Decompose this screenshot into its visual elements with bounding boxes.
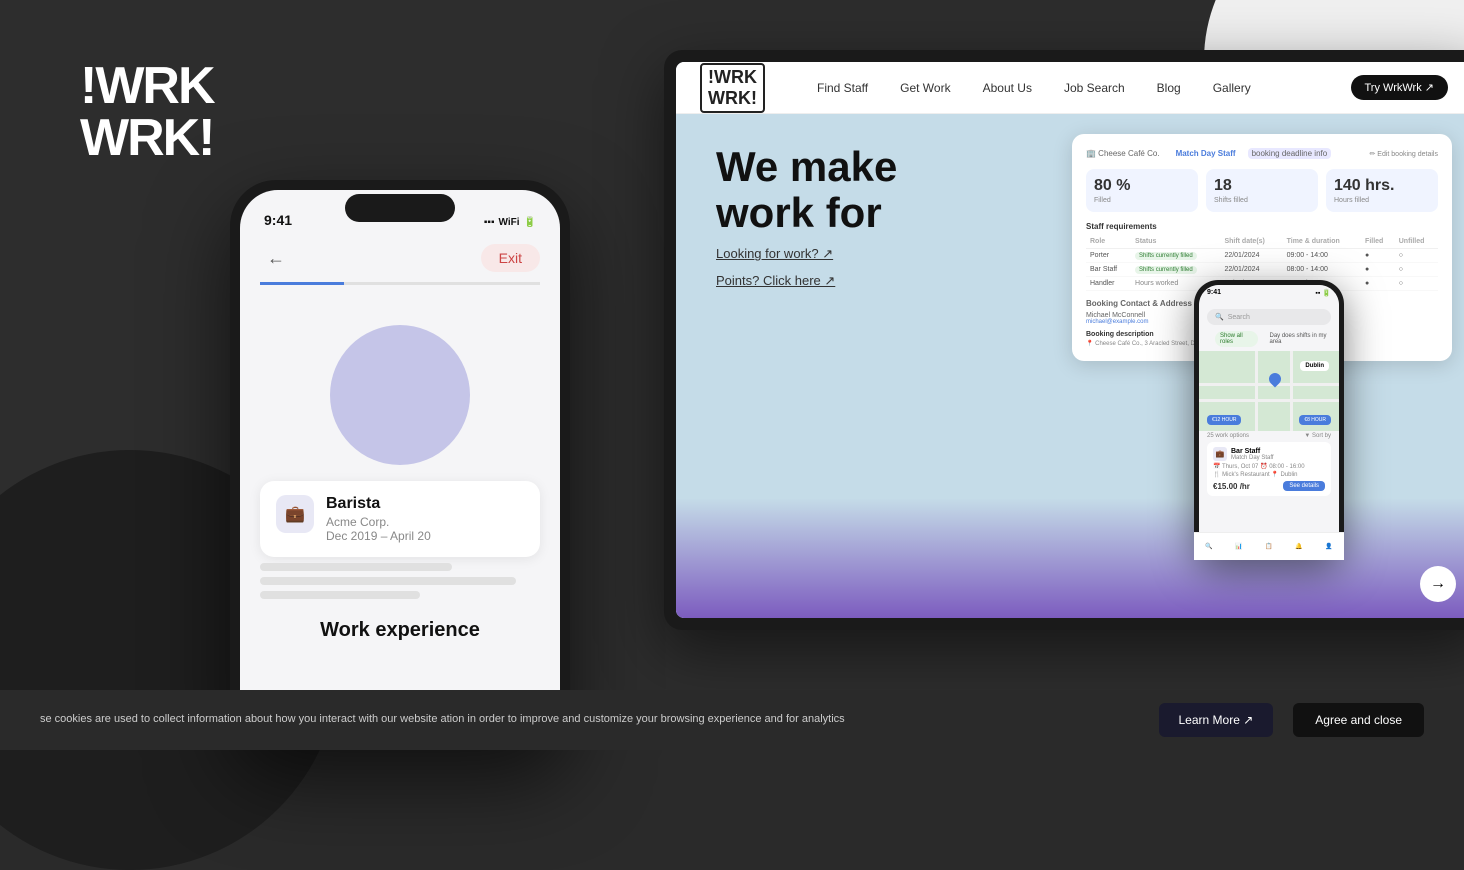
table-row: Bar StaffShifts currently filled 22/01/2…	[1086, 263, 1438, 277]
small-job-icon: 💼	[1213, 447, 1227, 461]
job-company: Acme Corp.	[326, 515, 524, 529]
phone-notch	[345, 194, 455, 222]
small-job-title: Bar Staff Match Day Staff	[1231, 448, 1274, 461]
tab-search[interactable]: 🔍	[1205, 543, 1212, 550]
logo-text: !WRK WRK!	[80, 60, 214, 164]
job-card: 💼 Barista Acme Corp. Dec 2019 – April 20	[260, 481, 540, 557]
small-job-footer: €15.00 /hr See details	[1213, 481, 1325, 491]
map-road-v2	[1290, 351, 1293, 431]
map-road-v	[1255, 351, 1258, 431]
dashboard-header: 🏢 Cheese Café Co. Match Day Staff bookin…	[1086, 148, 1438, 159]
phone-navigation: ← Exit	[240, 234, 560, 282]
phone-outer: 9:41 ▪▪▪ WiFi 🔋 ← Exit	[230, 180, 570, 750]
learn-more-button[interactable]: Learn More ↗	[1159, 703, 1274, 737]
phone-small-mockup: 9:41 ▪▪ 🔋 🔍 Search Show all roles Day do…	[1194, 280, 1344, 560]
tab-notifications[interactable]: 🔔	[1295, 543, 1302, 550]
try-wrkwrk-button[interactable]: Try WrkWrk ↗	[1351, 75, 1449, 100]
nav-job-search[interactable]: Job Search	[1064, 81, 1125, 95]
tab-dashboard[interactable]: 📊	[1235, 543, 1242, 550]
see-details-button[interactable]: See details	[1283, 481, 1325, 491]
nav-blog[interactable]: Blog	[1157, 81, 1181, 95]
content-bar-3	[260, 591, 420, 599]
stat-shifts: 18 Shifts filled	[1206, 169, 1318, 212]
cookie-banner: se cookies are used to collect informati…	[0, 690, 1464, 750]
small-job-date: 📅 Thurs, Oct 07 ⏰ 08:00 - 16:00	[1213, 463, 1325, 470]
content-bar-2	[260, 577, 516, 585]
laptop-screen-outer: !WRKWRK! Find Staff Get Work About Us Jo…	[664, 50, 1464, 630]
small-status-time: 9:41	[1207, 289, 1221, 301]
table-row: PorterShifts currently filled 22/01/2024…	[1086, 249, 1438, 263]
points-link[interactable]: Points? Click here ↗	[716, 273, 835, 289]
map-view: Dublin €12 HOUR €8 HOUR	[1199, 351, 1339, 431]
phone-screen: 9:41 ▪▪▪ WiFi 🔋 ← Exit	[240, 190, 560, 740]
small-status-bar: 9:41 ▪▪ 🔋	[1199, 285, 1339, 305]
search-icon: 🔍	[1215, 313, 1224, 321]
site-logo: !WRKWRK!	[700, 63, 765, 113]
agree-and-close-button[interactable]: Agree and close	[1293, 703, 1424, 737]
location-label: Dublin	[1300, 361, 1329, 371]
section-title: Work experience	[240, 599, 560, 642]
nav-gallery[interactable]: Gallery	[1213, 81, 1251, 95]
profile-section	[240, 325, 560, 465]
small-job-venue: 🍴 Mick's Restaurant 📍 Dublin	[1213, 471, 1325, 478]
progress-bar	[260, 282, 540, 285]
content-bar-1	[260, 563, 452, 571]
job-dates: Dec 2019 – April 20	[326, 529, 524, 543]
small-job-card: 💼 Bar Staff Match Day Staff 📅 Thurs, Oct…	[1207, 442, 1331, 496]
price-pin-map: €12 HOUR	[1207, 415, 1241, 425]
job-title: Barista	[326, 495, 524, 513]
show-all-roles-tag[interactable]: Show all roles	[1215, 331, 1258, 347]
laptop-screen-inner: !WRKWRK! Find Staff Get Work About Us Jo…	[676, 62, 1464, 618]
filter-label: Day does shifts in my area	[1270, 329, 1332, 349]
phone-main-mockup: 9:41 ▪▪▪ WiFi 🔋 ← Exit	[230, 180, 570, 750]
tab-my-jobs[interactable]: 📋	[1265, 543, 1272, 550]
status-icons: ▪▪▪ WiFi 🔋	[484, 217, 536, 228]
exit-button[interactable]: Exit	[481, 244, 540, 272]
phone-small-screen: 9:41 ▪▪ 🔋 🔍 Search Show all roles Day do…	[1199, 285, 1339, 555]
cookie-text: se cookies are used to collect informati…	[40, 712, 1139, 727]
profile-avatar	[330, 325, 470, 465]
bottom-tabs: 🔍 📊 📋 🔔 👤	[1199, 532, 1339, 555]
work-options-bar: 25 work options ▼ Sort by	[1207, 433, 1331, 439]
dashboard-stats: 80 % Filled 18 Shifts filled 140 hrs. Ho…	[1086, 169, 1438, 212]
stat-hours: 140 hrs. Hours filled	[1326, 169, 1438, 212]
logo: !WRK WRK!	[80, 60, 214, 164]
progress-fill	[260, 282, 344, 285]
price-pin-map2: €8 HOUR	[1299, 415, 1331, 425]
nav-get-work[interactable]: Get Work	[900, 81, 950, 95]
stat-filled: 80 % Filled	[1086, 169, 1198, 212]
laptop-gradient: →	[676, 498, 1464, 618]
nav-find-staff[interactable]: Find Staff	[817, 81, 868, 95]
arrow-button[interactable]: →	[1420, 566, 1456, 602]
tab-profile[interactable]: 👤	[1325, 543, 1332, 550]
nav-about-us[interactable]: About Us	[983, 81, 1032, 95]
site-navigation: !WRKWRK! Find Staff Get Work About Us Jo…	[676, 62, 1464, 114]
status-time: 9:41	[264, 212, 292, 228]
phone-small-outer: 9:41 ▪▪ 🔋 🔍 Search Show all roles Day do…	[1194, 280, 1344, 560]
looking-for-work-link[interactable]: Looking for work? ↗	[716, 246, 833, 262]
map-road-h2	[1199, 399, 1339, 402]
small-search-bar[interactable]: 🔍 Search	[1207, 309, 1331, 325]
laptop-hero: We make work for Looking for work? ↗ Poi…	[676, 114, 1464, 618]
sort-button[interactable]: ▼ Sort by	[1304, 433, 1331, 439]
job-icon: 💼	[276, 495, 314, 533]
back-button[interactable]: ←	[260, 242, 292, 274]
small-status-icons: ▪▪ 🔋	[1315, 289, 1331, 301]
hero-headline: We make work for	[716, 144, 1036, 236]
map-road-h	[1199, 383, 1339, 386]
job-info: Barista Acme Corp. Dec 2019 – April 20	[326, 495, 524, 543]
